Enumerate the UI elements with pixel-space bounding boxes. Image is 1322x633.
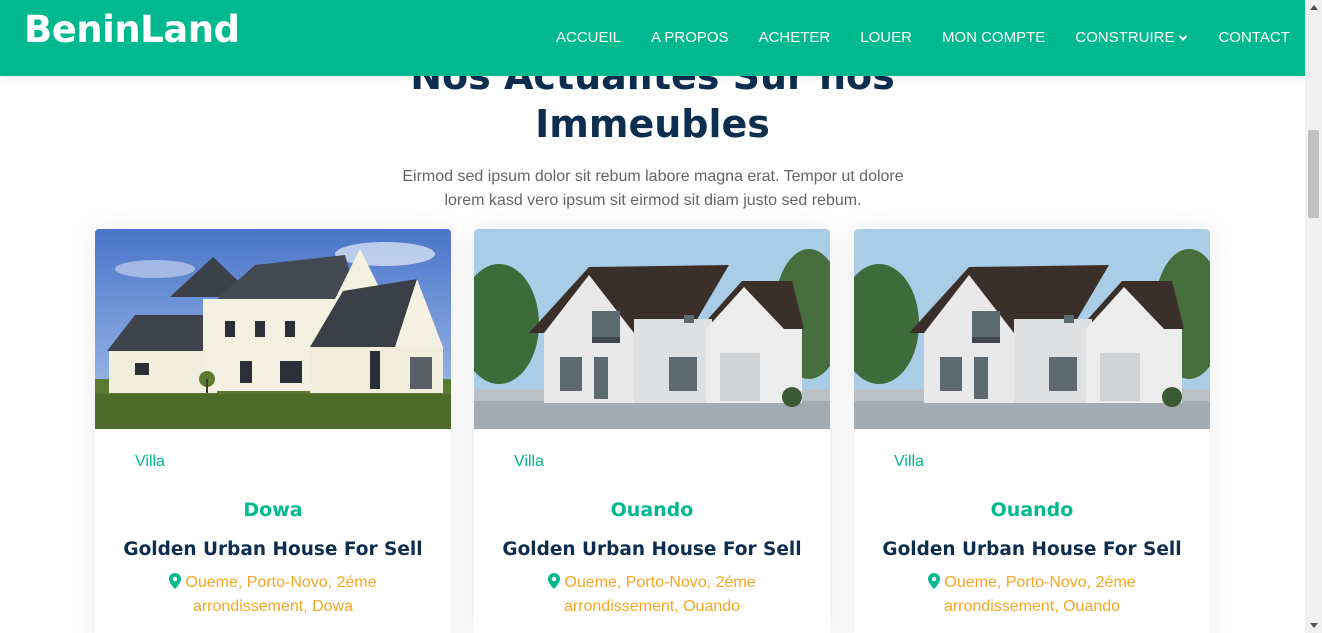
property-card[interactable]: Villa Ouando Golden Urban House For Sell… — [854, 229, 1210, 633]
property-address-text: Oueme, Porto-Novo, 2éme arrondissement, … — [185, 574, 377, 615]
nav-item-a-propos[interactable]: A PROPOS — [651, 29, 729, 46]
chevron-down-icon — [1179, 34, 1188, 41]
section-title-line2: Immeubles — [535, 102, 770, 146]
property-title[interactable]: Golden Urban House For Sell — [474, 539, 830, 560]
nav-item-contact[interactable]: CONTACT — [1218, 29, 1289, 46]
nav-item-construire-label: CONSTRUIRE — [1075, 29, 1175, 46]
scroll-thumb[interactable] — [1308, 130, 1319, 218]
main-nav: ACCUEIL A PROPOS ACHETER LOUER MON COMPT… — [556, 29, 1290, 46]
property-card[interactable]: Villa Dowa Golden Urban House For Sell O… — [95, 229, 451, 633]
scroll-down-arrow-icon[interactable] — [1310, 623, 1318, 628]
nav-item-accueil[interactable]: ACCUEIL — [556, 29, 621, 46]
property-title[interactable]: Golden Urban House For Sell — [854, 539, 1210, 560]
property-image[interactable] — [854, 229, 1210, 429]
navbar: BeninLand ACCUEIL A PROPOS ACHETER LOUER… — [0, 0, 1305, 76]
property-city: Ouando — [610, 499, 694, 521]
property-image[interactable] — [474, 229, 830, 429]
property-city: Ouando — [990, 499, 1074, 521]
map-marker-icon — [548, 573, 561, 589]
brand-logo[interactable]: BeninLand — [24, 8, 240, 51]
property-address: Oueme, Porto-Novo, 2éme arrondissement, … — [155, 571, 391, 619]
property-title[interactable]: Golden Urban House For Sell — [95, 539, 451, 560]
nav-item-louer[interactable]: LOUER — [860, 29, 912, 46]
nav-item-acheter[interactable]: ACHETER — [759, 29, 831, 46]
scroll-up-arrow-icon[interactable] — [1310, 5, 1318, 10]
property-address: Oueme, Porto-Novo, 2éme arrondissement, … — [914, 571, 1150, 619]
nav-item-construire[interactable]: CONSTRUIRE — [1075, 29, 1188, 46]
property-category[interactable]: Villa — [514, 453, 544, 471]
property-city: Dowa — [243, 499, 303, 521]
property-address-text: Oueme, Porto-Novo, 2éme arrondissement, … — [943, 574, 1136, 615]
map-marker-icon — [928, 573, 941, 589]
page-scrollbar[interactable] — [1305, 0, 1322, 633]
property-category[interactable]: Villa — [894, 453, 924, 471]
property-category[interactable]: Villa — [135, 453, 165, 471]
nav-item-mon-compte[interactable]: MON COMPTE — [942, 29, 1045, 46]
property-address-text: Oueme, Porto-Novo, 2éme arrondissement, … — [563, 574, 756, 615]
map-marker-icon — [169, 573, 182, 589]
property-card[interactable]: Villa Ouando Golden Urban House For Sell… — [474, 229, 830, 633]
property-image[interactable] — [95, 229, 451, 429]
section-subtitle: Eirmod sed ipsum dolor sit rebum labore … — [402, 168, 904, 209]
property-address: Oueme, Porto-Novo, 2éme arrondissement, … — [534, 571, 770, 619]
